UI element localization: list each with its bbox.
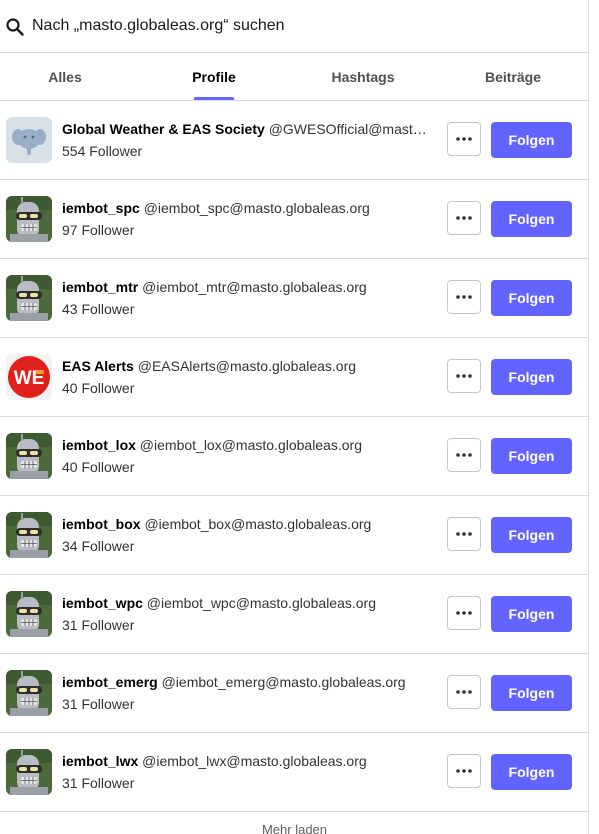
more-options-button[interactable]: [447, 675, 481, 709]
follower-count: 31 Follower: [62, 696, 135, 712]
tab-label: Beiträge: [484, 68, 542, 85]
search-bar: [0, 0, 588, 53]
profile-name-line[interactable]: iembot_emerg @iembot_emerg@masto.globale…: [62, 674, 434, 690]
more-options-button[interactable]: [447, 438, 481, 472]
follow-button[interactable]: Folgen: [491, 596, 572, 632]
profile-row[interactable]: iembot_wpc @iembot_wpc@masto.globaleas.o…: [0, 575, 588, 654]
more-horizontal-icon: [456, 690, 472, 694]
account-handle: @iembot_box@masto.globaleas.org: [144, 516, 372, 532]
follow-button[interactable]: Folgen: [491, 201, 572, 237]
tab-all[interactable]: Alles: [20, 53, 110, 100]
profile-name-line[interactable]: iembot_spc @iembot_spc@masto.globaleas.o…: [62, 200, 434, 216]
follow-button[interactable]: Folgen: [491, 359, 572, 395]
follower-count: 97 Follower: [62, 222, 135, 238]
follow-button[interactable]: Folgen: [491, 754, 572, 790]
avatar[interactable]: [6, 117, 52, 163]
more-options-button[interactable]: [447, 280, 481, 314]
follow-button[interactable]: Folgen: [491, 122, 572, 158]
profile-row[interactable]: iembot_emerg @iembot_emerg@masto.globale…: [0, 654, 588, 733]
avatar[interactable]: WE: [6, 354, 52, 400]
more-horizontal-icon: [456, 453, 472, 457]
avatar[interactable]: [6, 433, 52, 479]
profile-results-list: Global Weather & EAS Society @GWESOffici…: [0, 101, 588, 812]
profile-name-line[interactable]: iembot_wpc @iembot_wpc@masto.globaleas.o…: [62, 595, 434, 611]
profile-name-line[interactable]: EAS Alerts @EASAlerts@masto.globaleas.or…: [62, 358, 434, 374]
load-more-button[interactable]: Mehr laden: [0, 822, 588, 834]
more-horizontal-icon: [456, 216, 472, 220]
active-tab-indicator: [194, 97, 234, 100]
account-handle: @iembot_lwx@masto.globaleas.org: [142, 753, 367, 769]
avatar[interactable]: [6, 670, 52, 716]
follower-count: 31 Follower: [62, 617, 135, 633]
more-options-button[interactable]: [447, 596, 481, 630]
profile-row[interactable]: iembot_mtr @iembot_mtr@masto.globaleas.o…: [0, 259, 588, 338]
search-results-panel: Alles Profile Hashtags Beiträge Global W…: [0, 0, 589, 834]
profile-row[interactable]: Global Weather & EAS Society @GWESOffici…: [0, 101, 588, 180]
results-tabs: Alles Profile Hashtags Beiträge: [0, 53, 588, 101]
profile-name-line[interactable]: iembot_box @iembot_box@masto.globaleas.o…: [62, 516, 434, 532]
tab-label: Alles: [48, 68, 82, 85]
tab-label: Hashtags: [331, 68, 395, 85]
profile-row[interactable]: iembot_lox @iembot_lox@masto.globaleas.o…: [0, 417, 588, 496]
more-options-button[interactable]: [447, 517, 481, 551]
more-options-button[interactable]: [447, 754, 481, 788]
display-name: iembot_mtr: [62, 279, 139, 295]
account-handle: @EASAlerts@masto.globaleas.org: [137, 358, 357, 374]
tab-label: Profile: [192, 68, 236, 85]
account-handle: @GWESOfficial@masto.globaleas.org: [268, 121, 434, 137]
more-horizontal-icon: [456, 295, 472, 299]
follower-count: 43 Follower: [62, 301, 135, 317]
display-name: iembot_lox: [62, 437, 136, 453]
more-horizontal-icon: [456, 532, 472, 536]
follow-button[interactable]: Folgen: [491, 675, 572, 711]
more-options-button[interactable]: [447, 359, 481, 393]
more-horizontal-icon: [456, 611, 472, 615]
profile-row[interactable]: iembot_box @iembot_box@masto.globaleas.o…: [0, 496, 588, 575]
profile-name-line[interactable]: iembot_lox @iembot_lox@masto.globaleas.o…: [62, 437, 434, 453]
display-name: EAS Alerts: [62, 358, 134, 374]
follower-count: 34 Follower: [62, 538, 135, 554]
avatar[interactable]: [6, 196, 52, 242]
follow-button[interactable]: Folgen: [491, 280, 572, 316]
account-handle: @iembot_spc@masto.globaleas.org: [143, 200, 370, 216]
display-name: iembot_box: [62, 516, 141, 532]
account-handle: @iembot_mtr@masto.globaleas.org: [142, 279, 367, 295]
profile-name-line[interactable]: iembot_lwx @iembot_lwx@masto.globaleas.o…: [62, 753, 434, 769]
avatar[interactable]: [6, 749, 52, 795]
tab-profiles[interactable]: Profile: [192, 53, 236, 100]
profile-row[interactable]: iembot_spc @iembot_spc@masto.globaleas.o…: [0, 180, 588, 259]
follow-button[interactable]: Folgen: [491, 517, 572, 553]
avatar[interactable]: [6, 275, 52, 321]
more-horizontal-icon: [456, 769, 472, 773]
tab-hashtags[interactable]: Hashtags: [318, 53, 408, 100]
display-name: Global Weather & EAS Society: [62, 121, 265, 137]
profile-name-line[interactable]: iembot_mtr @iembot_mtr@masto.globaleas.o…: [62, 279, 434, 295]
profile-row[interactable]: iembot_lwx @iembot_lwx@masto.globaleas.o…: [0, 733, 588, 812]
display-name: iembot_emerg: [62, 674, 158, 690]
follow-button[interactable]: Folgen: [491, 438, 572, 474]
display-name: iembot_wpc: [62, 595, 143, 611]
avatar[interactable]: [6, 512, 52, 558]
more-horizontal-icon: [456, 137, 472, 141]
follower-count: 31 Follower: [62, 775, 135, 791]
profile-name-line[interactable]: Global Weather & EAS Society @GWESOffici…: [62, 121, 434, 137]
tab-posts[interactable]: Beiträge: [468, 53, 558, 100]
more-options-button[interactable]: [447, 122, 481, 156]
more-horizontal-icon: [456, 374, 472, 378]
profile-row[interactable]: WE EAS Alerts @EASAlerts@masto.globaleas.…: [0, 338, 588, 417]
account-handle: @iembot_lox@masto.globaleas.org: [139, 437, 362, 453]
avatar[interactable]: [6, 591, 52, 637]
more-options-button[interactable]: [447, 201, 481, 235]
account-handle: @iembot_wpc@masto.globaleas.org: [146, 595, 376, 611]
display-name: iembot_lwx: [62, 753, 139, 769]
follower-count: 40 Follower: [62, 380, 135, 396]
follower-count: 40 Follower: [62, 459, 135, 475]
search-icon[interactable]: [5, 17, 25, 37]
display-name: iembot_spc: [62, 200, 140, 216]
search-input[interactable]: [32, 17, 572, 35]
follower-count: 554 Follower: [62, 143, 143, 159]
account-handle: @iembot_emerg@masto.globaleas.org: [161, 674, 406, 690]
